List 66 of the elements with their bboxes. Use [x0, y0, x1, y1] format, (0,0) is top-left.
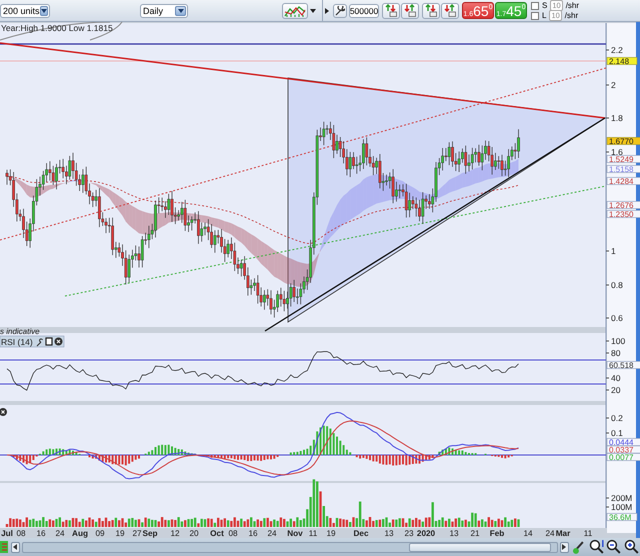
date-label: 08 — [16, 529, 26, 538]
units-dropdown[interactable]: 200 units — [0, 4, 50, 18]
date-label: 13 — [384, 529, 394, 538]
date-label: 24 — [267, 529, 277, 538]
date-label: Nov — [287, 529, 303, 538]
axis-label: 0.1 — [611, 428, 623, 438]
value-tag: 1.5158 — [606, 164, 640, 174]
unit-label: /shr — [566, 1, 580, 10]
value-tag: 0.0337 — [606, 445, 640, 454]
date-label: 20 — [189, 529, 199, 538]
axis-label: 100M — [611, 502, 632, 512]
date-label: Sep — [142, 529, 158, 538]
value-tag: 1.4284 — [606, 176, 640, 186]
date-label: 14 — [523, 529, 533, 538]
quantity-field[interactable]: 500000 — [349, 4, 379, 18]
axis-label: 0.6 — [611, 313, 623, 323]
axis-label: 80 — [611, 348, 620, 358]
indicator-title: RSI (14) — [1, 337, 33, 347]
date-label: Feb — [490, 529, 504, 538]
axis-label: 0.2 — [611, 413, 623, 423]
date-label: 11 — [584, 529, 592, 538]
axis-label: 2 — [611, 80, 616, 90]
date-label: Dec — [353, 529, 369, 538]
value-tag: 1.6770 — [606, 136, 640, 146]
year-range-label: Year:High 1.9000 Low 1.1815 — [1, 23, 113, 33]
date-label: Mar — [556, 529, 570, 538]
date-label: 19 — [326, 529, 336, 538]
date-label: 23 — [404, 529, 414, 538]
value-tag: 0.0077 — [606, 452, 640, 462]
axis-label: 40 — [611, 373, 620, 383]
date-label: Jul — [1, 529, 13, 538]
axis-label: 2.2 — [611, 45, 623, 55]
axis-label: 200M — [611, 493, 632, 503]
option-label: S — [542, 1, 548, 10]
value-tag: 1.5249 — [606, 154, 640, 164]
date-label: 27 — [132, 529, 142, 538]
date-label: 19 — [115, 529, 125, 538]
axis-label: 100 — [611, 336, 626, 346]
date-label: Aug — [72, 529, 88, 538]
date-label: 16 — [36, 529, 46, 538]
value-tag: 2.148 — [606, 56, 638, 66]
date-label: 08 — [228, 529, 238, 538]
date-label: 24 — [55, 529, 65, 538]
date-label: 13 — [449, 529, 459, 538]
value-tag: 1.2350 — [606, 210, 640, 219]
axis-label: 1 — [611, 246, 616, 256]
date-label: 24 — [545, 529, 555, 538]
interval-dropdown[interactable]: Daily — [140, 4, 188, 18]
date-label: 21 — [470, 529, 480, 538]
axis-label: 1.6 — [611, 147, 623, 157]
date-label: 12 — [170, 529, 180, 538]
date-label: 2020 — [416, 529, 436, 538]
unit-label: /shr — [564, 11, 578, 20]
value-tag: 60.518 — [606, 360, 640, 370]
indicative-note: s indicative — [0, 327, 40, 336]
axis-label: 0.8 — [611, 280, 623, 290]
value-tag: 0.0444 — [606, 438, 640, 447]
option-label: L — [542, 11, 546, 20]
date-label: Oct — [210, 529, 224, 538]
axis-label: 20 — [611, 385, 620, 395]
value-tag: 1.2676 — [606, 200, 640, 210]
date-label: 09 — [95, 529, 105, 538]
date-label: 16 — [248, 529, 258, 538]
date-label: 11 — [308, 529, 318, 538]
value-tag: 36.6M — [606, 512, 638, 522]
axis-label: 1.8 — [611, 113, 623, 123]
